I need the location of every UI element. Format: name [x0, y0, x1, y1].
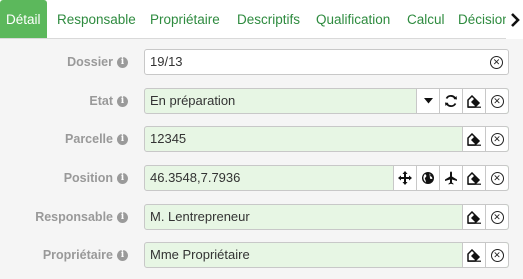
close-icon: ✕	[490, 171, 504, 185]
responsable-clear-button[interactable]: ✕	[485, 205, 508, 229]
eraser-icon	[466, 94, 481, 108]
position-move-button[interactable]	[393, 166, 416, 190]
position-plane-button[interactable]	[439, 166, 462, 190]
tabs-scroll-right-button[interactable]	[506, 0, 523, 39]
eraser-icon	[466, 171, 481, 185]
responsable-erase-button[interactable]	[462, 205, 485, 229]
etat-select[interactable]: En préparation	[145, 89, 416, 113]
eraser-icon	[466, 210, 481, 224]
tab-decision[interactable]: Décision	[458, 0, 510, 38]
info-icon[interactable]: i	[117, 211, 128, 223]
proprietaire-erase-button[interactable]	[462, 243, 485, 267]
plane-icon	[445, 171, 457, 185]
row-position: Position i 46.3548,7.7936 ✕	[0, 165, 523, 191]
tab-detail[interactable]: Détail	[0, 0, 47, 38]
proprietaire-input[interactable]: Mme Propriétaire	[145, 243, 462, 267]
parcelle-field: 12345 ✕	[144, 126, 509, 152]
parcelle-erase-button[interactable]	[462, 127, 485, 151]
dossier-input[interactable]: 19/13	[145, 50, 485, 74]
tab-calcul[interactable]: Calcul	[407, 0, 445, 38]
close-icon: ✕	[490, 94, 504, 108]
label-position: Position i	[64, 165, 128, 191]
caret-down-icon	[423, 98, 433, 104]
dossier-clear-button[interactable]: ✕	[485, 50, 508, 74]
row-proprietaire: Propriétaire i Mme Propriétaire ✕	[0, 242, 523, 268]
label-parcelle-text: Parcelle	[65, 132, 113, 146]
position-field: 46.3548,7.7936 ✕	[144, 165, 509, 191]
row-dossier: Dossier i 19/13 ✕	[0, 49, 523, 75]
label-proprietaire: Propriétaire i	[43, 242, 128, 268]
position-clear-button[interactable]: ✕	[485, 166, 508, 190]
eraser-icon	[466, 132, 481, 146]
globe-icon	[422, 172, 434, 184]
row-responsable: Responsable i M. Lentrepreneur ✕	[0, 204, 523, 230]
close-icon: ✕	[490, 55, 503, 69]
proprietaire-field: Mme Propriétaire ✕	[144, 242, 509, 268]
close-icon: ✕	[490, 210, 504, 224]
tab-bar: Détail Responsable Propriétaire Descript…	[0, 0, 523, 39]
close-icon: ✕	[490, 248, 504, 262]
etat-dropdown-button[interactable]	[416, 89, 439, 113]
label-parcelle: Parcelle i	[65, 126, 128, 152]
info-icon[interactable]: i	[117, 133, 128, 145]
label-position-text: Position	[63, 171, 113, 185]
info-icon[interactable]: i	[117, 172, 128, 184]
info-icon[interactable]: i	[117, 249, 128, 261]
responsable-field: M. Lentrepreneur ✕	[144, 204, 509, 230]
tab-qualification[interactable]: Qualification	[316, 0, 390, 38]
parcelle-input[interactable]: 12345	[145, 127, 462, 151]
move-icon	[398, 171, 412, 185]
position-globe-button[interactable]	[416, 166, 439, 190]
proprietaire-clear-button[interactable]: ✕	[485, 243, 508, 267]
row-parcelle: Parcelle i 12345 ✕	[0, 126, 523, 152]
position-input[interactable]: 46.3548,7.7936	[145, 166, 393, 190]
chevron-right-icon	[510, 12, 520, 27]
label-dossier: Dossier i	[67, 49, 128, 75]
label-etat-text: Etat	[89, 94, 113, 108]
label-dossier-text: Dossier	[67, 55, 113, 69]
tab-proprietaire[interactable]: Propriétaire	[150, 0, 220, 38]
etat-field: En préparation ✕	[144, 88, 509, 114]
etat-clear-button[interactable]: ✕	[485, 89, 508, 113]
close-icon: ✕	[490, 132, 504, 146]
refresh-icon	[445, 95, 457, 107]
responsable-input[interactable]: M. Lentrepreneur	[145, 205, 462, 229]
etat-refresh-button[interactable]	[439, 89, 462, 113]
info-icon[interactable]: i	[117, 95, 128, 107]
row-etat: Etat i En préparation ✕	[0, 88, 523, 114]
tab-descriptifs[interactable]: Descriptifs	[237, 0, 300, 38]
position-erase-button[interactable]	[462, 166, 485, 190]
parcelle-clear-button[interactable]: ✕	[485, 127, 508, 151]
tab-responsable[interactable]: Responsable	[57, 0, 136, 38]
eraser-icon	[466, 248, 481, 262]
label-etat: Etat i	[89, 88, 128, 114]
label-responsable-text: Responsable	[35, 210, 113, 224]
dossier-field: 19/13 ✕	[144, 49, 509, 75]
label-responsable: Responsable i	[35, 204, 128, 230]
info-icon[interactable]: i	[117, 56, 128, 68]
label-proprietaire-text: Propriétaire	[42, 248, 113, 262]
etat-erase-button[interactable]	[462, 89, 485, 113]
